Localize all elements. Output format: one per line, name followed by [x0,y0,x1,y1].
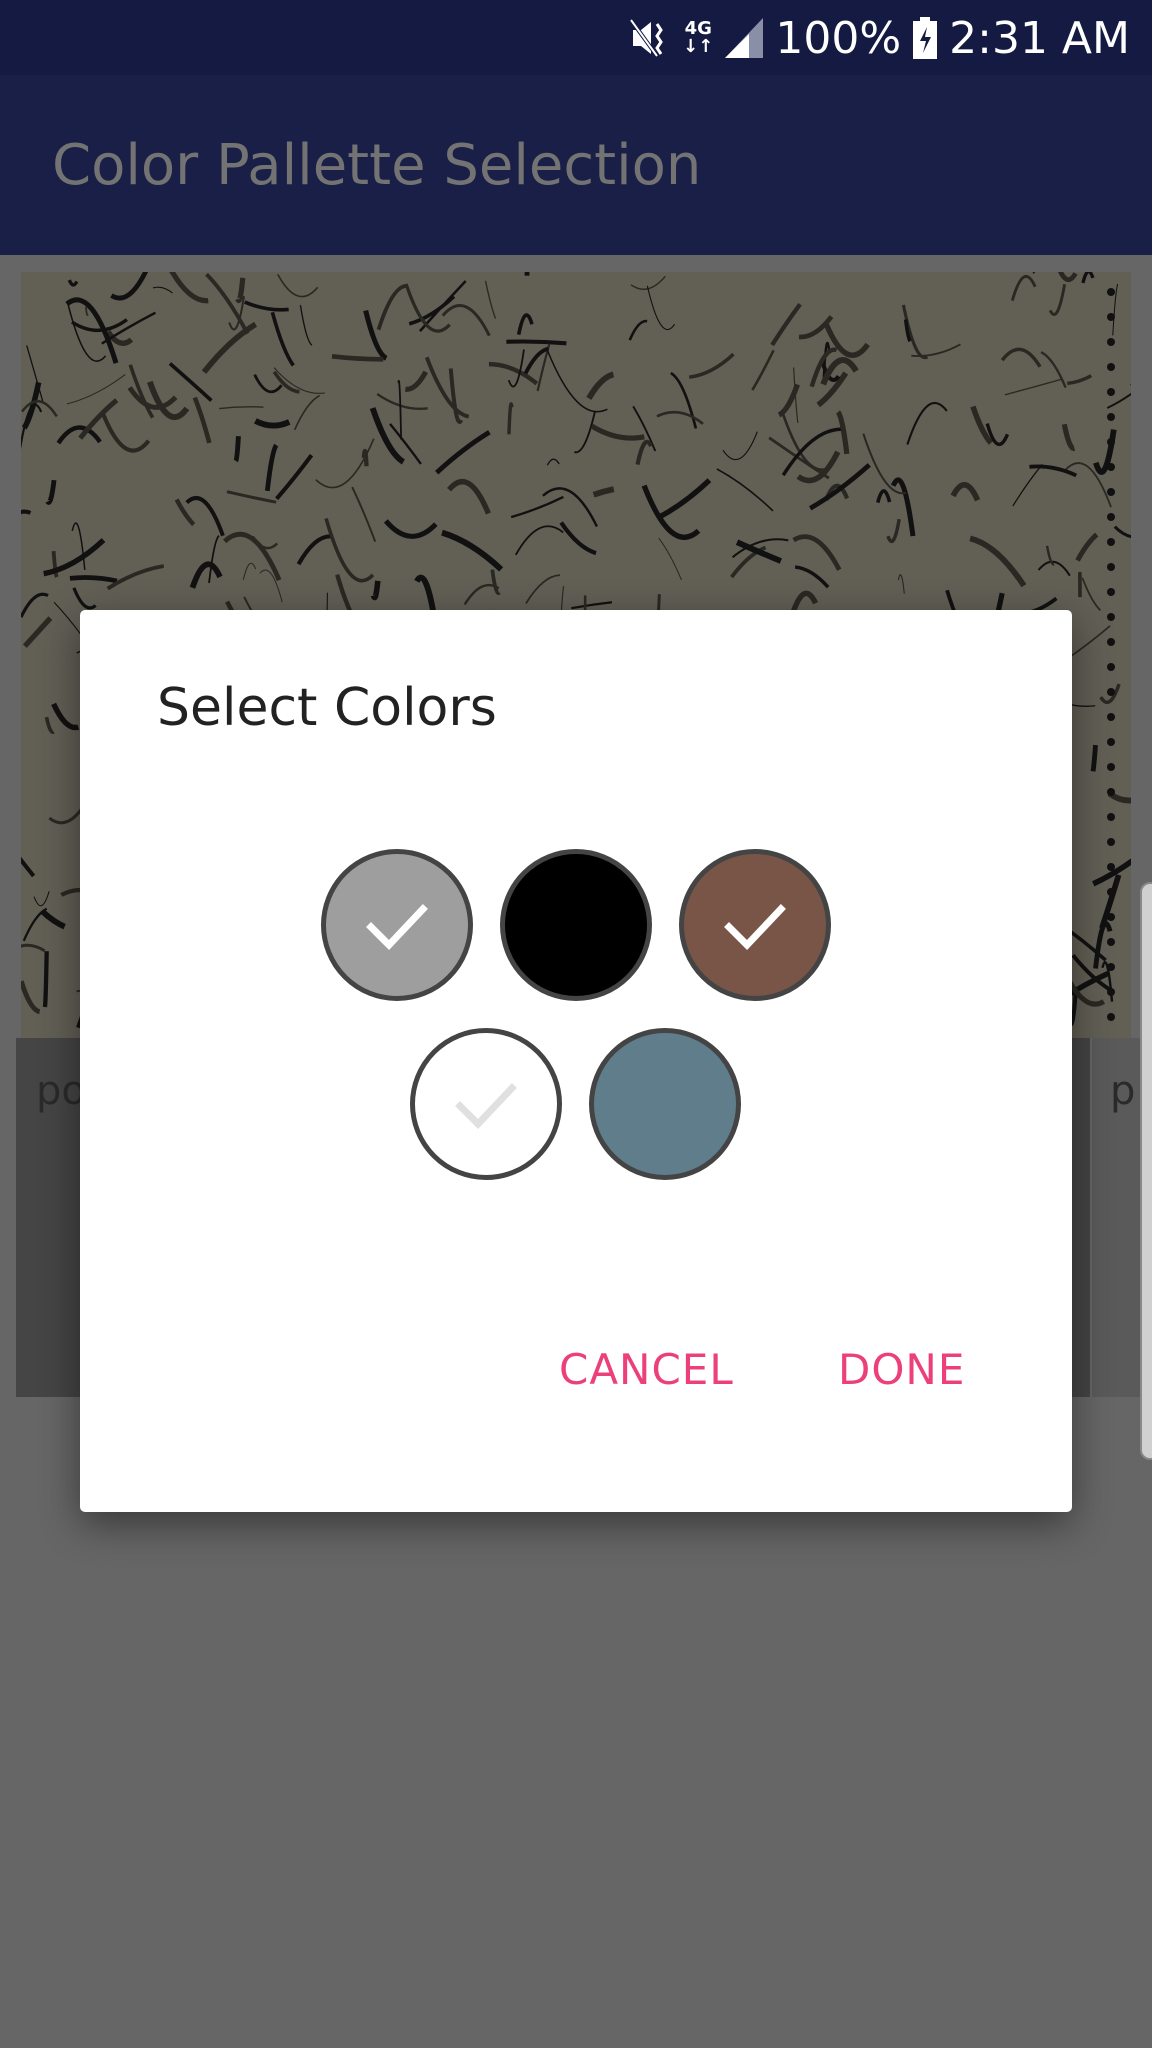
card-label: p [1110,1068,1136,1114]
card-label: po [36,1068,86,1114]
app-bar: Color Pallette Selection [0,75,1152,255]
done-button[interactable]: DONE [838,1345,965,1394]
signal-icon [725,18,764,58]
cancel-button[interactable]: CANCEL [559,1345,734,1394]
battery-charging-icon [913,17,938,59]
select-colors-dialog: Select Colors CANCEL DONE [80,610,1072,1512]
color-swatch-blue-gray[interactable] [589,1028,741,1180]
checkmark-icon [366,904,428,951]
color-swatch-brown[interactable] [679,849,831,1001]
battery-percent: 100% [775,12,902,64]
checkmark-icon [724,904,786,951]
color-swatch-gray[interactable] [321,849,473,1001]
checkmark-icon [455,1083,517,1130]
color-swatch-white[interactable] [410,1028,562,1180]
4g-data-icon: 4G ↓↑ [683,18,714,57]
status-bar: 4G ↓↑ 100% 2:31 AM [0,0,1152,75]
clock: 2:31 AM [949,12,1130,64]
edge-panel-handle[interactable] [1140,882,1152,1460]
app-title: Color Pallette Selection [52,133,702,198]
color-swatch-black[interactable] [500,849,652,1001]
dialog-title: Select Colors [157,678,497,738]
mute-vibrate-icon [629,18,663,58]
